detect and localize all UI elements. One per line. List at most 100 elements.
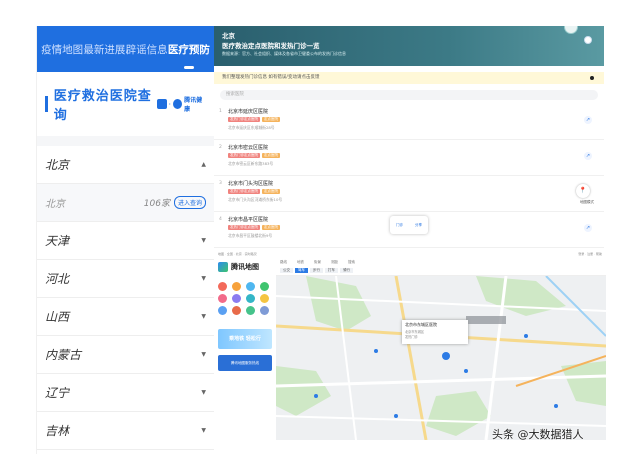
toolbar-search[interactable]: 搜索: [348, 260, 355, 265]
partner-logo: · 腾讯健康: [157, 95, 206, 113]
tab-bus[interactable]: 公交: [280, 268, 293, 273]
title-accent-bar: [45, 96, 48, 112]
province-name: 天津: [45, 234, 70, 248]
map-popup[interactable]: 北京市东城区医院 北京市东城区 发热门诊: [402, 320, 468, 344]
province-row-jilin[interactable]: 吉林 ▼: [37, 412, 214, 450]
category-icon[interactable]: [260, 282, 269, 291]
hospital-name: 北京市密云区医院: [228, 145, 269, 151]
province-name: 内蒙古: [45, 348, 82, 362]
province-row-liaoning[interactable]: 辽宁 ▼: [37, 374, 214, 412]
map-brand: 腾讯地图: [214, 258, 276, 276]
caret-down-icon: ▼: [201, 237, 206, 244]
clinic-button[interactable]: 门诊: [396, 223, 403, 228]
map-canvas[interactable]: 北京市东城区医院 北京市东城区 发热门诊: [276, 276, 606, 440]
toolbar-route[interactable]: 路线: [280, 260, 287, 265]
hero-title: 医疗救治定点医院和发热门诊一览: [222, 42, 320, 50]
category-icon[interactable]: [260, 306, 269, 315]
category-icon-grid: [214, 276, 276, 321]
item-index: 1: [219, 109, 222, 114]
map-brand-name: 腾讯地图: [231, 263, 259, 271]
category-icon[interactable]: [218, 306, 227, 315]
province-row-hebei[interactable]: 河北 ▼: [37, 260, 214, 298]
tab-latest-progress[interactable]: 最新进展: [83, 42, 125, 57]
category-icon[interactable]: [260, 294, 269, 303]
toolbar-subway[interactable]: 地铁: [297, 260, 304, 265]
list-item[interactable]: 2 北京市密云区医院 发热门诊定点医院 定点医院 北京市密云区新东路383号 ↗: [214, 140, 604, 176]
category-icon[interactable]: [246, 294, 255, 303]
hospital-name: 北京市延庆区医院: [228, 109, 269, 115]
panel-title: 医疗救治医院查询: [53, 89, 152, 123]
caret-down-icon: ▼: [201, 275, 206, 282]
tab-bike[interactable]: 骑行: [340, 268, 353, 273]
category-icon[interactable]: [218, 282, 227, 291]
caret-down-icon: ▼: [201, 351, 206, 358]
tab-rumor-info[interactable]: 辟谣信息: [126, 42, 168, 57]
category-icon[interactable]: [246, 306, 255, 315]
settings-icon[interactable]: [584, 36, 592, 44]
fever-clinic-tag: 发热门诊定点医院: [228, 189, 260, 194]
map-header-right[interactable]: 登录 · 注册 · 帮助: [578, 252, 602, 256]
designated-tag: 定点医院: [262, 153, 280, 158]
tab-drive[interactable]: 驾车: [295, 268, 308, 273]
floating-action-bar: 门诊 分享: [390, 216, 428, 234]
partner-logo-text: 腾讯健康: [184, 97, 203, 113]
category-icon[interactable]: [232, 282, 241, 291]
province-name: 北京: [45, 158, 70, 172]
enter-query-button[interactable]: 进入查询: [173, 196, 206, 209]
fever-clinic-tag: 发热门诊定点医院: [228, 117, 260, 122]
service-banner[interactable]: 腾讯地图服务热线: [218, 355, 272, 371]
map-graphic[interactable]: [276, 276, 606, 440]
hero-banner: 北京 医疗救治定点医院和发热门诊一览 数据来源：官方、社会组织、媒体及各省市卫健…: [214, 26, 604, 66]
share-button[interactable]: 分享: [415, 223, 422, 228]
caret-down-icon: ▼: [201, 427, 206, 434]
province-row-neimenggu[interactable]: 内蒙古 ▼: [37, 336, 214, 374]
list-item[interactable]: 1 北京市延庆区医院 发热门诊定点医院 定点医院 北京市延庆区东顺城街28号 ↗: [214, 104, 604, 140]
province-name: 山西: [45, 310, 70, 324]
hospital-search-input[interactable]: 搜索医院: [220, 90, 598, 100]
tab-epidemic-map[interactable]: 疫情地图: [41, 42, 83, 57]
tab-medical-prevention[interactable]: 医疗预防: [168, 42, 210, 57]
caret-down-icon: ▼: [201, 313, 206, 320]
tab-taxi[interactable]: 打车: [325, 268, 338, 273]
fever-clinic-list-panel: 北京 医疗救治定点医院和发热门诊一览 数据来源：官方、社会组织、媒体及各省市卫健…: [214, 26, 604, 250]
map-toolbar: 路线 地铁 街景 测距 搜索 公交 驾车 步行 打车 骑行: [276, 258, 606, 276]
screenshot-root: 疫情地图 最新进展 辟谣信息 医疗预防 医疗救治医院查询 · 腾讯健康 北京 ▲…: [0, 0, 640, 454]
notice-text: 我们整理发热门诊信息 如有错误/变动请点击反馈: [222, 75, 320, 80]
province-row-beijing[interactable]: 北京 ▲: [37, 146, 214, 184]
toolbar-streetview[interactable]: 街景: [314, 260, 321, 265]
hospital-address: 北京市密云区新东路383号: [228, 161, 274, 166]
list-item[interactable]: 3 北京市门头沟区医院 发热门诊定点医院 定点医院 北京市门头沟区河滩桥东街10…: [214, 176, 604, 212]
subway-banner[interactable]: 乘地铁 轻松行: [218, 329, 272, 349]
category-icon[interactable]: [246, 282, 255, 291]
designated-tag: 定点医院: [262, 189, 280, 194]
popup-title: 北京市东城区医院: [405, 322, 437, 327]
tencent-map-logo-icon: [218, 262, 228, 272]
qq-square-icon: [157, 99, 167, 109]
province-name: 辽宁: [45, 386, 70, 400]
province-row-shanxi[interactable]: 山西 ▼: [37, 298, 214, 336]
item-index: 4: [219, 217, 222, 222]
province-row-tianjin[interactable]: 天津 ▼: [37, 222, 214, 260]
category-icon[interactable]: [232, 294, 241, 303]
top-navigation: 疫情地图 最新进展 辟谣信息 医疗预防: [37, 26, 214, 72]
popup-line: 发热门诊: [405, 335, 418, 339]
hospital-query-panel: 疫情地图 最新进展 辟谣信息 医疗预防 医疗救治医院查询 · 腾讯健康 北京 ▲…: [36, 26, 214, 454]
watermark: 头条 @大数据猎人: [492, 428, 584, 441]
fever-clinic-tag: 发热门诊定点医院: [228, 153, 260, 158]
hospital-count: 106家: [143, 199, 170, 209]
navigate-icon[interactable]: ↗: [584, 152, 592, 160]
tab-walk[interactable]: 步行: [310, 268, 323, 273]
map-header-left: 地图 · 全国 · 北京 · 实时路况: [218, 252, 257, 256]
navigate-icon[interactable]: ↗: [584, 116, 592, 124]
panel-titlebar: 医疗救治医院查询 · 腾讯健康: [37, 72, 214, 146]
category-icon[interactable]: [218, 294, 227, 303]
designated-tag: 定点医院: [262, 225, 280, 230]
city-name: 北京: [45, 199, 65, 210]
category-icon[interactable]: [232, 306, 241, 315]
navigate-icon[interactable]: ↗: [584, 224, 592, 232]
hero-subtitle: 数据来源：官方、社会组织、媒体及各省市卫健委公布的发热门诊信息: [222, 51, 346, 56]
map-pin-icon[interactable]: 📍: [576, 184, 590, 198]
notice-bar[interactable]: 我们整理发热门诊信息 如有错误/变动请点击反馈: [214, 72, 604, 84]
toolbar-measure[interactable]: 测距: [331, 260, 338, 265]
province-name: 河北: [45, 272, 70, 286]
